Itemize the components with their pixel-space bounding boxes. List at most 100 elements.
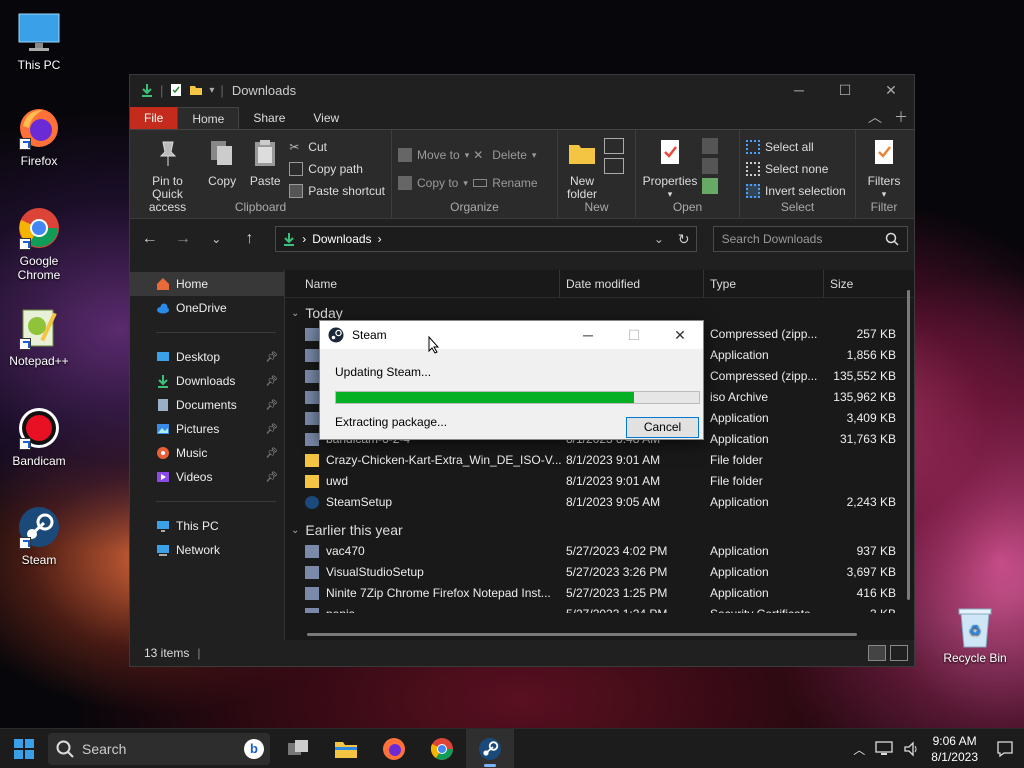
cell-size: 416 KB: [856, 586, 896, 600]
column-size[interactable]: Size: [824, 270, 899, 298]
chevron-up-icon[interactable]: ︿: [868, 107, 882, 127]
invert-selection-button[interactable]: Invert selection: [746, 182, 846, 200]
close-icon[interactable]: ✕: [657, 321, 703, 349]
nav-item-home[interactable]: Home: [130, 272, 284, 296]
show-hidden-icons-icon[interactable]: ︿: [853, 741, 865, 758]
cancel-button[interactable]: Cancel: [626, 417, 699, 438]
steam-update-dialog[interactable]: Steam ─ ☐ ✕ Updating Steam... Extracting…: [319, 320, 704, 440]
clock[interactable]: 9:06 AM 8/1/2023: [931, 733, 978, 765]
new-item-icon[interactable]: [604, 138, 624, 154]
table-row[interactable]: penis 5/27/2023 1:24 PM Security Certifica…: [285, 604, 914, 613]
pin-icon[interactable]: 📌︎: [265, 400, 278, 411]
address-bar[interactable]: › Downloads › ⌄ ↻: [275, 226, 697, 252]
table-row[interactable]: SteamSetup 8/1/2023 9:05 AM Application 2,2…: [285, 492, 914, 513]
bing-icon[interactable]: b: [244, 738, 264, 759]
desktop-icon-notepadpp[interactable]: Notepad++: [4, 306, 74, 368]
cell-size: 3 KB: [830, 604, 896, 613]
close-icon[interactable]: ✕: [868, 75, 914, 105]
easy-access-icon[interactable]: [604, 158, 624, 174]
pin-icon[interactable]: 📌︎: [265, 352, 278, 363]
rename-button[interactable]: Rename: [473, 174, 538, 192]
column-date[interactable]: Date modified: [560, 270, 704, 298]
details-view-icon[interactable]: [868, 645, 886, 661]
tab-view[interactable]: View: [299, 107, 353, 129]
notification-icon[interactable]: [996, 740, 1014, 758]
nav-item-downloads[interactable]: Downloads 📌︎: [130, 369, 284, 393]
desktop-icon-bandicam[interactable]: Bandicam: [4, 406, 74, 468]
address-dropdown-icon[interactable]: ⌄: [654, 232, 664, 246]
nav-item-videos[interactable]: Videos 📌︎: [130, 465, 284, 489]
taskbar-chrome[interactable]: [418, 729, 466, 768]
file-icon: [305, 433, 319, 446]
taskbar-file-explorer[interactable]: [322, 729, 370, 768]
tab-home[interactable]: Home: [177, 107, 240, 129]
nav-item-pictures[interactable]: Pictures 📌︎: [130, 417, 284, 441]
minimize-icon[interactable]: ─: [776, 75, 822, 105]
up-arrow-icon[interactable]: ↑: [236, 230, 263, 248]
desktop-icon-steam[interactable]: Steam: [4, 505, 74, 567]
taskbar-search[interactable]: Search b: [48, 732, 270, 765]
forward-arrow-icon[interactable]: →: [169, 230, 196, 248]
table-row[interactable]: Crazy-Chicken-Kart-Extra_Win_DE_ISO-V...…: [285, 450, 914, 471]
copy-to-icon: [398, 176, 412, 190]
network-icon[interactable]: [875, 741, 893, 757]
maximize-icon[interactable]: ☐: [822, 75, 868, 105]
minimize-icon[interactable]: ─: [565, 321, 611, 349]
column-name[interactable]: Name: [299, 270, 560, 298]
tab-share[interactable]: Share: [239, 107, 299, 129]
properties-icon[interactable]: [169, 83, 183, 97]
pin-icon[interactable]: 📌︎: [265, 424, 278, 435]
column-type[interactable]: Type: [704, 270, 824, 298]
move-to-button[interactable]: Move to ▾: [398, 146, 469, 164]
copy-path-button[interactable]: Copy path: [289, 160, 385, 178]
desktop-icon-firefox[interactable]: Firefox: [4, 106, 74, 168]
tab-file[interactable]: File: [130, 107, 178, 129]
horizontal-scrollbar[interactable]: [307, 633, 857, 636]
select-none-button[interactable]: Select none: [746, 160, 846, 178]
recent-chevron-icon[interactable]: ⌄: [203, 232, 230, 246]
desktop-icon-this-pc[interactable]: This PC: [4, 10, 74, 72]
delete-button[interactable]: ✕ Delete ▾: [473, 146, 537, 164]
pin-icon[interactable]: 📌︎: [265, 472, 278, 483]
refresh-icon[interactable]: ↻: [678, 231, 690, 248]
history-icon[interactable]: [702, 178, 718, 194]
vertical-scrollbar[interactable]: [907, 290, 910, 600]
nav-item-this-pc[interactable]: This PC: [130, 514, 284, 538]
paste-shortcut-button[interactable]: Paste shortcut: [289, 182, 385, 200]
taskbar-steam[interactable]: [466, 728, 514, 768]
navigation-pane[interactable]: Home OneDrive Desktop 📌︎ Downloads 📌︎ Docu…: [130, 270, 285, 640]
table-row[interactable]: VisualStudioSetup 5/27/2023 3:26 PM Applic…: [285, 562, 914, 583]
select-all-button[interactable]: Select all: [746, 138, 846, 156]
search-input[interactable]: Search Downloads: [712, 226, 909, 252]
nav-item-music[interactable]: Music 📌︎: [130, 441, 284, 465]
new-folder-icon[interactable]: [189, 83, 203, 97]
help-plus-icon[interactable]: ＋: [894, 107, 908, 127]
nav-item-documents[interactable]: Documents 📌︎: [130, 393, 284, 417]
cut-button[interactable]: ✂ Cut: [289, 138, 385, 156]
steam-title-bar[interactable]: Steam ─ ☐ ✕: [320, 321, 703, 349]
nav-item-onedrive[interactable]: OneDrive: [130, 296, 284, 320]
desktop-icon-recycle-bin[interactable]: ♻ Recycle Bin: [940, 605, 1010, 665]
desktop-icon-chrome[interactable]: Google Chrome: [4, 206, 74, 282]
start-button[interactable]: [0, 729, 48, 768]
taskbar-task-view[interactable]: [274, 729, 322, 768]
group-header-earlier[interactable]: ⌄ Earlier this year: [285, 519, 914, 541]
large-icons-view-icon[interactable]: [890, 645, 908, 661]
table-row[interactable]: Ninite 7Zip Chrome Firefox Notepad Inst.…: [285, 583, 914, 604]
nav-item-network[interactable]: Network: [130, 538, 284, 562]
customize-qa-icon[interactable]: ▾: [209, 85, 214, 96]
pin-icon[interactable]: 📌︎: [265, 376, 278, 387]
nav-item-desktop[interactable]: Desktop 📌︎: [130, 345, 284, 369]
volume-icon[interactable]: [903, 741, 921, 757]
table-row[interactable]: uwd 8/1/2023 9:01 AM File folder: [285, 471, 914, 492]
table-row[interactable]: vac470 5/27/2023 4:02 PM Application 937 KB: [285, 541, 914, 562]
back-arrow-icon[interactable]: ←: [136, 230, 163, 248]
pin-icon[interactable]: 📌︎: [265, 448, 278, 459]
open-icon[interactable]: [702, 138, 718, 154]
copy-to-button[interactable]: Copy to ▾: [398, 174, 469, 192]
taskbar-firefox[interactable]: [370, 729, 418, 768]
title-bar[interactable]: | ▾ | Downloads ─ ☐ ✕: [130, 75, 914, 105]
cell-date: 5/27/2023 4:02 PM: [566, 544, 668, 558]
breadcrumb-downloads[interactable]: Downloads: [312, 232, 371, 246]
edit-icon[interactable]: [702, 158, 718, 174]
